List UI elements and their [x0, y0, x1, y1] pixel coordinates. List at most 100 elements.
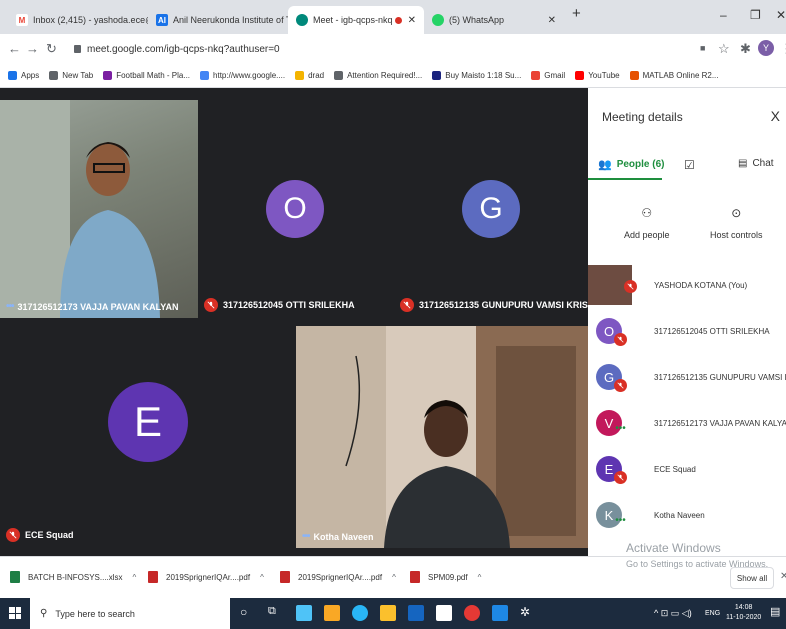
tab-whatsapp[interactable]: (5) WhatsApp ✕ [424, 6, 564, 34]
person-list-item[interactable]: YASHODA KOTANA (You) [588, 262, 786, 308]
host-controls-button[interactable]: ⊙ Host controls [710, 206, 763, 240]
tab-chat[interactable]: ▤ Chat [738, 158, 774, 169]
bookmark-item[interactable]: Attention Required!... [334, 71, 422, 80]
participant-name-bar: ••• 317126512173 VAJJA PAVAN KALYAN [6, 301, 178, 312]
activities-tab-icon[interactable]: ☑ [684, 158, 695, 172]
chevron-up-icon[interactable]: ^ [260, 573, 264, 582]
bookmark-icon [103, 71, 113, 80]
bookmark-icon [49, 71, 59, 80]
new-tab-button[interactable]: + [572, 5, 581, 22]
minimize-icon[interactable]: – [720, 8, 727, 22]
close-tab-icon[interactable]: ✕ [544, 15, 556, 26]
person-name: ECE Squad [654, 464, 696, 474]
tab-people[interactable]: 👥 People (6) [598, 158, 665, 171]
tab-gmail[interactable]: M Inbox (2,415) - yashoda.ece@an ✕ [8, 6, 148, 34]
video-tile-kotha-naveen[interactable]: ••• Kotha Naveen [296, 326, 588, 548]
video-tile-vajja[interactable]: ••• 317126512173 VAJJA PAVAN KALYAN [0, 100, 198, 318]
add-people-button[interactable]: ⚇ Add people [624, 206, 670, 240]
tab-label: (5) WhatsApp [449, 15, 505, 25]
bookmark-item[interactable]: drad [295, 71, 324, 80]
extensions-icon[interactable]: ✱ [740, 41, 751, 57]
bookmark-item[interactable]: Apps [8, 71, 39, 80]
restore-icon[interactable]: ❐ [750, 8, 761, 22]
close-window-icon[interactable]: ✕ [776, 8, 786, 22]
task-view-icon[interactable]: ⧉ [268, 605, 284, 621]
clock[interactable]: 14:08 11-10-2020 [726, 603, 761, 623]
windows-start-icon[interactable] [9, 607, 21, 619]
camera-indicator-icon[interactable]: ■ [700, 43, 705, 53]
settings-icon[interactable]: ✲ [520, 605, 536, 621]
star-icon[interactable]: ☆ [718, 41, 730, 57]
notepad-icon[interactable] [436, 605, 452, 621]
download-filename: 2019SprignerIQAr....pdf [298, 572, 383, 582]
chat-tab-label: Chat [752, 158, 774, 169]
download-item[interactable]: BATCH B-INFOSYS....xlsx ^ [10, 571, 136, 583]
search-placeholder: Type here to search [55, 608, 135, 619]
speaking-indicator-icon: ••• [6, 301, 14, 312]
close-panel-icon[interactable]: X [771, 108, 780, 124]
close-tab-icon[interactable]: ✕ [404, 15, 416, 26]
person-list-item[interactable]: E ECE Squad [588, 446, 786, 492]
download-bar: Go to Settings to activate Windows. Show… [0, 556, 786, 598]
video-tile-ece-squad[interactable]: E ECE Squad [0, 326, 294, 548]
forward-icon[interactable]: → [26, 41, 39, 56]
download-filename: 2019SprignerIQAr....pdf [166, 572, 251, 582]
show-all-button[interactable]: Show all [730, 567, 774, 589]
file-icon [10, 571, 20, 583]
notifications-icon[interactable]: ▤ [770, 605, 786, 621]
bookmark-item[interactable]: Buy Maisto 1:18 Su... [432, 71, 521, 80]
people-icon: 👥 [598, 159, 612, 171]
bookmark-item[interactable]: http://www.google.... [200, 71, 285, 80]
video-tile-otti[interactable]: O 317126512045 OTTI SRILEKHA [198, 100, 394, 318]
bookmark-label: drad [308, 71, 325, 80]
mic-off-icon [614, 471, 627, 484]
tab-meet[interactable]: Meet - igb-qcps-nkq ✕ [288, 6, 424, 34]
download-item[interactable]: 2019SprignerIQAr....pdf ^ [280, 571, 396, 583]
bookmark-item[interactable]: Gmail [531, 71, 565, 80]
mic-off-icon [204, 298, 218, 312]
bookmark-item[interactable]: YouTube [575, 71, 620, 80]
taskbar-search-input[interactable]: ⚲ Type here to search [30, 598, 230, 629]
activate-windows-watermark: Activate Windows [626, 541, 721, 555]
close-download-bar-icon[interactable]: ✕ [780, 571, 786, 582]
excel-icon[interactable] [408, 605, 424, 621]
person-list-item[interactable]: V ••• 317126512173 VAJJA PAVAN KALYAN [588, 400, 786, 446]
video-tile-gunupuru[interactable]: G 317126512135 GUNUPURU VAMSI KRISHNA [394, 100, 588, 318]
bookmark-item[interactable]: New Tab [49, 71, 93, 80]
chevron-up-icon[interactable]: ^ [478, 573, 482, 582]
participant-name: Kotha Naveen [313, 531, 374, 542]
tab-label: Anil Neerukonda Institute of Tec [173, 15, 288, 25]
person-name: 317126512135 GUNUPURU VAMSI K... [654, 372, 786, 382]
chevron-up-icon[interactable]: ^ [392, 573, 396, 582]
file-explorer-icon[interactable] [380, 605, 396, 621]
word-icon[interactable] [492, 605, 508, 621]
download-item[interactable]: SPM09.pdf ^ [410, 571, 481, 583]
edge-icon[interactable] [352, 605, 368, 621]
bookmark-label: YouTube [588, 71, 620, 80]
input-language[interactable]: ENG [705, 609, 720, 619]
back-icon[interactable]: ← [8, 41, 21, 56]
reload-icon[interactable]: ↻ [46, 41, 57, 57]
person-list-item[interactable]: G 317126512135 GUNUPURU VAMSI K... [588, 354, 786, 400]
person-list-item[interactable]: O 317126512045 OTTI SRILEKHA [588, 308, 786, 354]
clock-time: 14:08 [734, 604, 753, 611]
file-icon [410, 571, 420, 583]
tray-icons[interactable]: ^ ⊡ ▭ ◁) [654, 608, 692, 618]
menu-icon[interactable]: ⋮ [780, 41, 786, 57]
mail-app-icon[interactable] [296, 605, 312, 621]
profile-avatar[interactable]: Y [758, 40, 774, 56]
bookmark-item[interactable]: Football Math - Pla... [103, 71, 190, 80]
cortana-icon[interactable]: ○ [240, 605, 256, 621]
store-app-icon[interactable] [324, 605, 340, 621]
bookmark-item[interactable]: MATLAB Online R2... [629, 71, 719, 80]
chat-icon: ▤ [738, 158, 748, 169]
chrome-icon[interactable] [464, 605, 480, 621]
download-item[interactable]: 2019SprignerIQAr....pdf ^ [148, 571, 264, 583]
chevron-up-icon[interactable]: ^ [133, 573, 137, 582]
tab-anits[interactable]: AI Anil Neerukonda Institute of Tec ✕ [148, 6, 288, 34]
participant-avatar: E [108, 382, 188, 462]
bookmark-label: Football Math - Pla... [116, 71, 191, 80]
url-field[interactable]: meet.google.com/igb-qcps-nkq?authuser=0 [68, 38, 708, 60]
person-list-item[interactable]: K ••• Kotha Naveen [588, 492, 786, 538]
bookmark-label: Gmail [544, 71, 566, 80]
